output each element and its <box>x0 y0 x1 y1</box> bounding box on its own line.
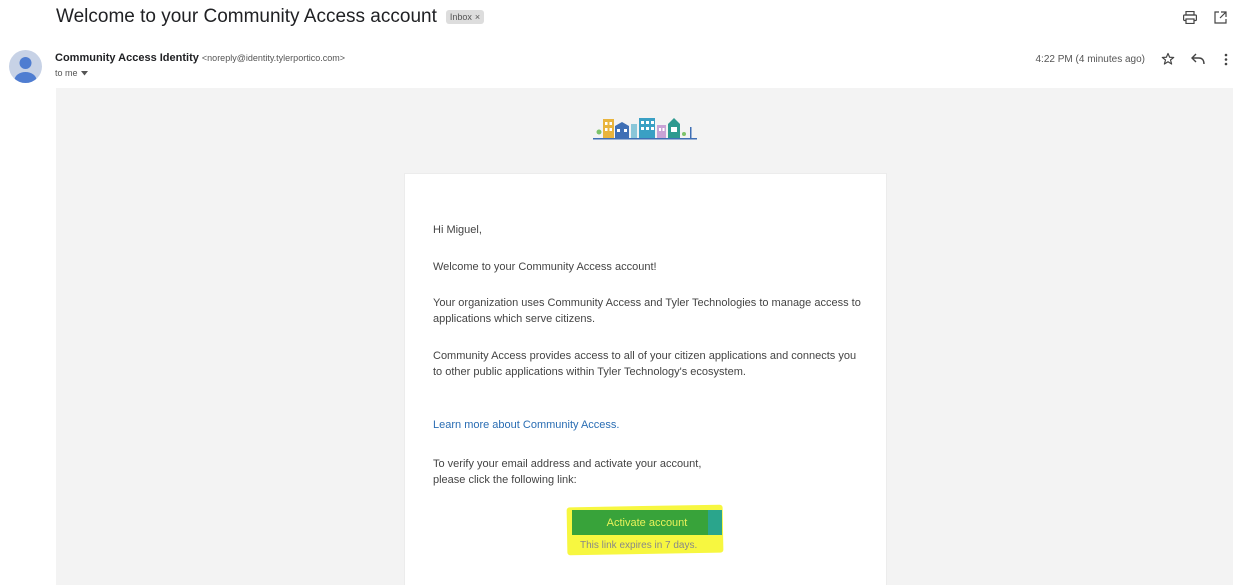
recipient-text: to me <box>55 68 78 78</box>
button-edge-accent <box>708 510 722 535</box>
email-subject: Welcome to your Community Access account <box>56 6 437 27</box>
learn-more-line: Learn more about Community Access. <box>433 417 863 433</box>
open-in-new-window-icon[interactable] <box>1211 8 1229 26</box>
greeting-text: Hi Miguel, <box>433 224 482 236</box>
printer-icon[interactable] <box>1181 8 1199 26</box>
activate-account-button[interactable]: Activate account <box>572 510 722 535</box>
chevron-down-icon <box>80 68 88 78</box>
learn-more-link[interactable]: Learn more about Community Access. <box>433 419 619 431</box>
organization-paragraph: Your organization uses Community Access … <box>433 297 861 325</box>
city-buildings-logo <box>591 113 699 143</box>
subject-row: Welcome to your Community Access account… <box>56 4 485 30</box>
more-vert-icon[interactable] <box>1219 50 1233 68</box>
inbox-label-chip: Inbox × <box>445 10 485 24</box>
star-icon[interactable] <box>1159 50 1177 68</box>
sender-block: Community Access Identity <noreply@ident… <box>55 52 345 78</box>
remove-label-button[interactable]: × <box>475 12 480 22</box>
recipient-details-toggle[interactable]: to me <box>55 68 345 78</box>
access-paragraph: Community Access provides access to all … <box>433 350 857 378</box>
activate-account-label: Activate account <box>606 516 688 529</box>
welcome-text: Welcome to your Community Access account… <box>433 261 657 273</box>
sender-name[interactable]: Community Access Identity <box>55 52 199 64</box>
verify-line-2: please click the following link: <box>433 474 577 486</box>
link-expiry-note: This link expires in 7 days. <box>580 540 698 551</box>
reply-icon[interactable] <box>1189 50 1207 68</box>
verify-instructions: To verify your email address and activat… <box>433 456 863 488</box>
activate-section: Activate account This link expires in 7 … <box>566 504 727 556</box>
verify-line-1: To verify your email address and activat… <box>433 458 702 470</box>
default-avatar-icon[interactable] <box>9 50 42 83</box>
top-actions <box>1181 8 1229 26</box>
email-content-card: Hi Miguel, Welcome to your Community Acc… <box>404 173 887 585</box>
sender-email: <noreply@identity.tylerportico.com> <box>201 53 345 63</box>
inbox-label-text: Inbox <box>449 12 472 22</box>
message-meta: 4:22 PM (4 minutes ago) <box>1036 50 1233 68</box>
message-timestamp: 4:22 PM (4 minutes ago) <box>1035 53 1146 65</box>
sender-line: Community Access Identity <noreply@ident… <box>55 52 345 64</box>
